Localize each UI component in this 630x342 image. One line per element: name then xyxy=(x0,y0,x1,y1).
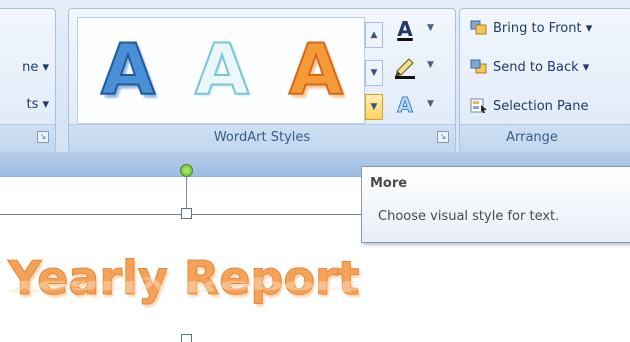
text-effects-icon: A xyxy=(397,93,414,118)
gallery-scroll-down-icon[interactable]: ▼ xyxy=(365,60,383,86)
bring-to-front-icon xyxy=(470,20,488,36)
tooltip: More Choose visual style for text. xyxy=(361,166,630,243)
group-partial-left: ne ▾ ts ▾ ↘ xyxy=(0,8,56,153)
selection-pane-icon xyxy=(470,98,488,114)
rotation-handle-icon[interactable] xyxy=(180,164,193,177)
send-to-back-button[interactable]: Send to Back ▾ xyxy=(470,56,589,78)
gallery-more-button[interactable]: ▼ xyxy=(365,94,383,120)
text-outline-dropdown-icon[interactable]: ▼ xyxy=(427,60,434,70)
wordart-style-orange[interactable]: A xyxy=(272,22,360,118)
text-outline-button[interactable]: ▼ xyxy=(389,54,447,80)
selection-pane-label: Selection Pane xyxy=(493,98,589,114)
wordart-gallery: A A A xyxy=(77,17,365,124)
bring-to-front-button[interactable]: Bring to Front ▾ xyxy=(470,17,592,39)
rotation-connector xyxy=(186,172,187,208)
group-label-arrange: Arrange xyxy=(506,130,558,145)
bring-to-front-label: Bring to Front ▾ xyxy=(493,20,593,36)
text-effects-button[interactable]: A ▼ xyxy=(389,93,447,119)
pen-icon xyxy=(391,54,419,80)
text-effects-dropdown-icon[interactable]: ▼ xyxy=(427,99,434,109)
wordart-dialog-launcher-icon[interactable]: ↘ xyxy=(437,131,449,143)
left-group-item-1[interactable]: ne ▾ xyxy=(22,60,49,75)
wordart-group-footer: WordArt Styles ↘ xyxy=(69,124,455,152)
tooltip-description: Choose visual style for text. xyxy=(378,209,560,224)
gallery-scroll-up-icon[interactable]: ▲ xyxy=(365,22,383,48)
wordart-blue-glyph: A xyxy=(100,29,156,111)
wordart-style-blue[interactable]: A xyxy=(84,22,172,118)
group-arrange: Bring to Front ▾ Send to Back ▾ Selectio… xyxy=(459,8,630,153)
wordart-heading-reflection: Yearly Report xyxy=(8,277,360,296)
arrange-group-footer: Arrange xyxy=(460,124,630,152)
wordart-outline-glyph: A xyxy=(194,29,250,111)
tooltip-title: More xyxy=(370,176,408,191)
left-group-item-2[interactable]: ts ▾ xyxy=(26,97,49,112)
text-fill-button[interactable]: A ▼ xyxy=(389,17,447,43)
send-to-back-label: Send to Back ▾ xyxy=(493,59,590,75)
text-fill-dropdown-icon[interactable]: ▼ xyxy=(427,23,434,33)
dialog-launcher-icon[interactable]: ↘ xyxy=(37,131,49,143)
text-fill-icon: A xyxy=(397,17,413,41)
wordart-orange-glyph: A xyxy=(288,29,344,111)
group-label-wordart: WordArt Styles xyxy=(213,130,311,145)
selection-pane-button[interactable]: Selection Pane xyxy=(470,95,589,117)
send-to-back-icon xyxy=(470,59,488,75)
selection-handle-top[interactable] xyxy=(181,208,192,219)
left-group-footer: ↘ xyxy=(0,124,55,152)
group-wordart-styles: A A A ▲ ▼ ▼ A ▼ ▼ A ▼ WordArt Styles ↘ xyxy=(68,8,456,153)
wordart-style-outline[interactable]: A xyxy=(178,22,266,118)
ribbon: ne ▾ ts ▾ ↘ A A A ▲ ▼ ▼ A ▼ ▼ A ▼ WordAr… xyxy=(0,0,630,153)
